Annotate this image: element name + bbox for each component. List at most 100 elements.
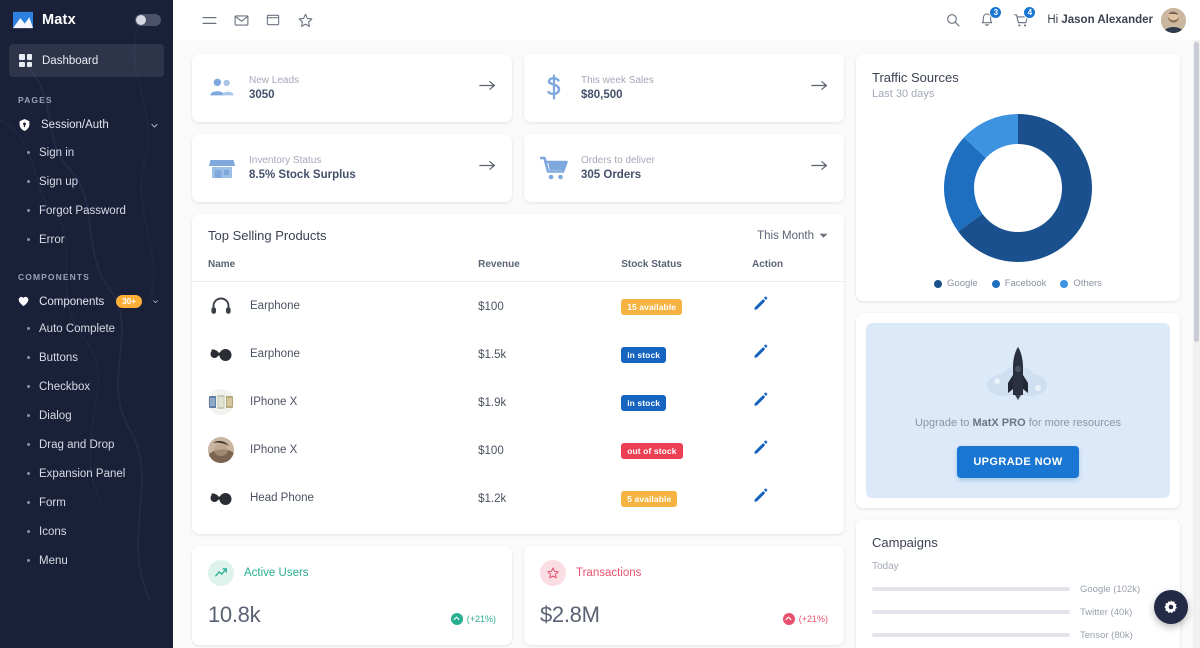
arrow-right-icon[interactable] [479,79,496,97]
progress-track [872,610,1070,614]
product-revenue-cell: $1.2k [478,474,621,522]
period-filter-dropdown[interactable]: This Month [757,230,828,242]
bottom-metric-cards: Active Users 10.8k (+21%) [192,546,844,645]
sidebar-item-dashboard[interactable]: Dashboard [9,44,164,77]
product-action-cell [752,426,844,474]
table-row[interactable]: IPhone X $1.9k in stock [192,378,844,426]
transactions-card[interactable]: Transactions $2.8M (+21%) [524,546,844,645]
products-table-head: Name Revenue Stock Status Action [192,253,844,282]
sidebar-item-menu[interactable]: Menu [0,546,173,575]
menu-icon[interactable] [193,4,225,36]
sidebar-item-dialog[interactable]: Dialog [0,401,173,430]
sidebar-item-label: Buttons [39,352,78,364]
stat-cards: New Leads 3050 [192,54,844,202]
bullet-icon [27,151,30,154]
sidebar-item-label: Components [39,296,104,308]
active-users-delta: (+21%) [451,613,496,625]
scrollbar-thumb[interactable] [1194,42,1199,342]
brand-name: Matx [42,12,76,28]
donut-chart [872,112,1164,264]
stat-text: Inventory Status 8.5% Stock Surplus [249,155,356,181]
avatar[interactable] [1161,8,1186,33]
sidebar-item-drag-and-drop[interactable]: Drag and Drop [0,430,173,459]
product-name-cell: Earphone [192,282,478,330]
edit-icon[interactable] [752,295,769,312]
promo-text-after: for more resources [1026,417,1121,429]
stat-card-orders-to-deliver[interactable]: Orders to deliver 305 Orders [524,134,844,202]
store-icon [207,157,237,180]
sidebar-item-expansion-panel[interactable]: Expansion Panel [0,459,173,488]
settings-fab-button[interactable] [1154,590,1188,624]
campaign-row-google: Google (102k) [872,584,1164,595]
donut-chart-svg [942,112,1094,264]
cart-count: 4 [1023,6,1036,19]
sidebar-collapse-toggle[interactable] [135,14,161,26]
brand: Matx [0,0,173,40]
sidebar-item-label: Error [39,234,65,246]
product-name: IPhone X [250,444,297,456]
table-row[interactable]: Earphone $1.5k in stock [192,330,844,378]
sidebar-item-forgot-password[interactable]: Forgot Password [0,196,173,225]
product-revenue-cell: $100 [478,426,621,474]
transactions-label: Transactions [576,567,641,579]
arrow-right-icon[interactable] [479,159,496,177]
stat-card-new-leads[interactable]: New Leads 3050 [192,54,512,122]
sidebar-item-buttons[interactable]: Buttons [0,343,173,372]
sidebar-item-auto-complete[interactable]: Auto Complete [0,314,173,343]
transactions-value-row: $2.8M (+21%) [540,602,828,628]
stat-text: This week Sales $80,500 [581,75,654,101]
arrow-right-icon[interactable] [811,159,828,177]
traffic-sources-card: Traffic Sources Last 30 days Google Face… [856,54,1180,301]
sidebar-item-icons[interactable]: Icons [0,517,173,546]
window-icon[interactable] [257,4,289,36]
sidebar-section-components: COMPONENTS [0,254,173,289]
edit-icon[interactable] [752,439,769,456]
bullet-icon [27,501,30,504]
table-row[interactable]: IPhone X $100 out of stock [192,426,844,474]
scrollbar[interactable] [1193,40,1200,648]
product-status-cell: in stock [621,378,752,426]
transactions-value: $2.8M [540,602,600,628]
sidebar-item-error[interactable]: Error [0,225,173,254]
star-icon[interactable] [289,4,321,36]
bullet-icon [27,180,30,183]
sidebar-item-components[interactable]: Components 30+ [0,289,173,314]
legend-item-facebook: Facebook [992,278,1047,289]
edit-icon[interactable] [752,391,769,408]
stat-card-week-sales[interactable]: This week Sales $80,500 [524,54,844,122]
period-filter-label: This Month [757,230,814,242]
bullet-icon [27,559,30,562]
chevron-down-icon [819,233,828,239]
active-users-card[interactable]: Active Users 10.8k (+21%) [192,546,512,645]
active-users-value-row: 10.8k (+21%) [208,602,496,628]
chevron-down-icon [150,121,159,130]
product-name-cell: Earphone [192,330,478,378]
table-row[interactable]: Earphone $100 15 available [192,282,844,330]
promo-text-bold: MatX PRO [972,417,1025,429]
edit-icon[interactable] [752,487,769,504]
sidebar-item-sign-up[interactable]: Sign up [0,167,173,196]
table-row[interactable]: Head Phone $1.2k 5 available [192,474,844,522]
email-icon[interactable] [225,4,257,36]
promo-panel: Upgrade to MatX PRO for more resources U… [866,323,1170,498]
arrow-right-icon[interactable] [811,79,828,97]
product-name: Earphone [250,300,300,312]
cart-button[interactable]: 4 [1005,4,1037,36]
sidebar-item-form[interactable]: Form [0,488,173,517]
sidebar-item-session-auth[interactable]: Session/Auth [0,112,173,138]
column-header-action: Action [752,253,844,282]
earbuds-thumb [208,485,234,511]
notifications-count: 3 [989,6,1002,19]
sidebar-item-sign-in[interactable]: Sign in [0,138,173,167]
notifications-button[interactable]: 3 [971,4,1003,36]
headphone-thumb [208,293,234,319]
edit-icon[interactable] [752,343,769,360]
arrow-up-circle-icon [783,613,795,625]
upgrade-now-button[interactable]: UPGRADE NOW [957,446,1078,478]
transactions-delta-text: (+21%) [799,614,828,624]
legend-color-dot [934,280,942,288]
sidebar-section-pages: PAGES [0,77,173,112]
stat-card-inventory-status[interactable]: Inventory Status 8.5% Stock Surplus [192,134,512,202]
sidebar-item-checkbox[interactable]: Checkbox [0,372,173,401]
search-icon[interactable] [937,4,969,36]
